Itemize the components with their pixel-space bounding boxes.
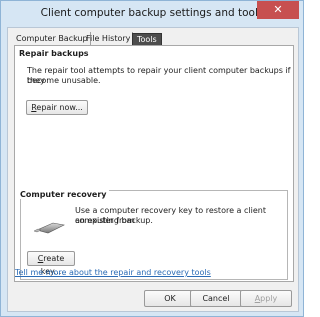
- create-key-button[interactable]: Create key...: [27, 251, 75, 276]
- title-bar[interactable]: Client computer backup settings and tool…: [1, 1, 303, 27]
- repair-now-button[interactable]: Repair now...: [26, 100, 88, 115]
- recovery-heading: Computer recovery: [20, 190, 109, 199]
- usb-drive-icon: [33, 222, 65, 234]
- dialog-body: Computer Backup File History Tools Repai…: [7, 27, 299, 312]
- dialog-window: Client computer backup settings and tool…: [0, 0, 304, 317]
- tab-computer-backup[interactable]: Computer Backup: [14, 32, 91, 46]
- close-button[interactable]: ✕: [257, 1, 299, 19]
- tools-panel: Repair backups The repair tool attempts …: [14, 45, 294, 282]
- repair-button-label: epair now...: [36, 103, 83, 112]
- computer-recovery-group: Computer recovery Use a computer recover…: [20, 190, 288, 280]
- close-icon: ✕: [273, 3, 283, 16]
- cancel-button[interactable]: Cancel: [190, 290, 242, 307]
- repair-description-line2: become unusable.: [27, 76, 101, 85]
- apply-button[interactable]: Apply: [240, 290, 292, 307]
- ok-button[interactable]: OK: [144, 290, 196, 307]
- help-link[interactable]: Tell me more about the repair and recove…: [15, 268, 211, 277]
- repair-heading: Repair backups: [19, 49, 89, 58]
- tab-file-history[interactable]: File History: [84, 32, 134, 46]
- apply-button-label: pply: [260, 294, 278, 303]
- recovery-description-line2: an existing backup.: [75, 216, 153, 225]
